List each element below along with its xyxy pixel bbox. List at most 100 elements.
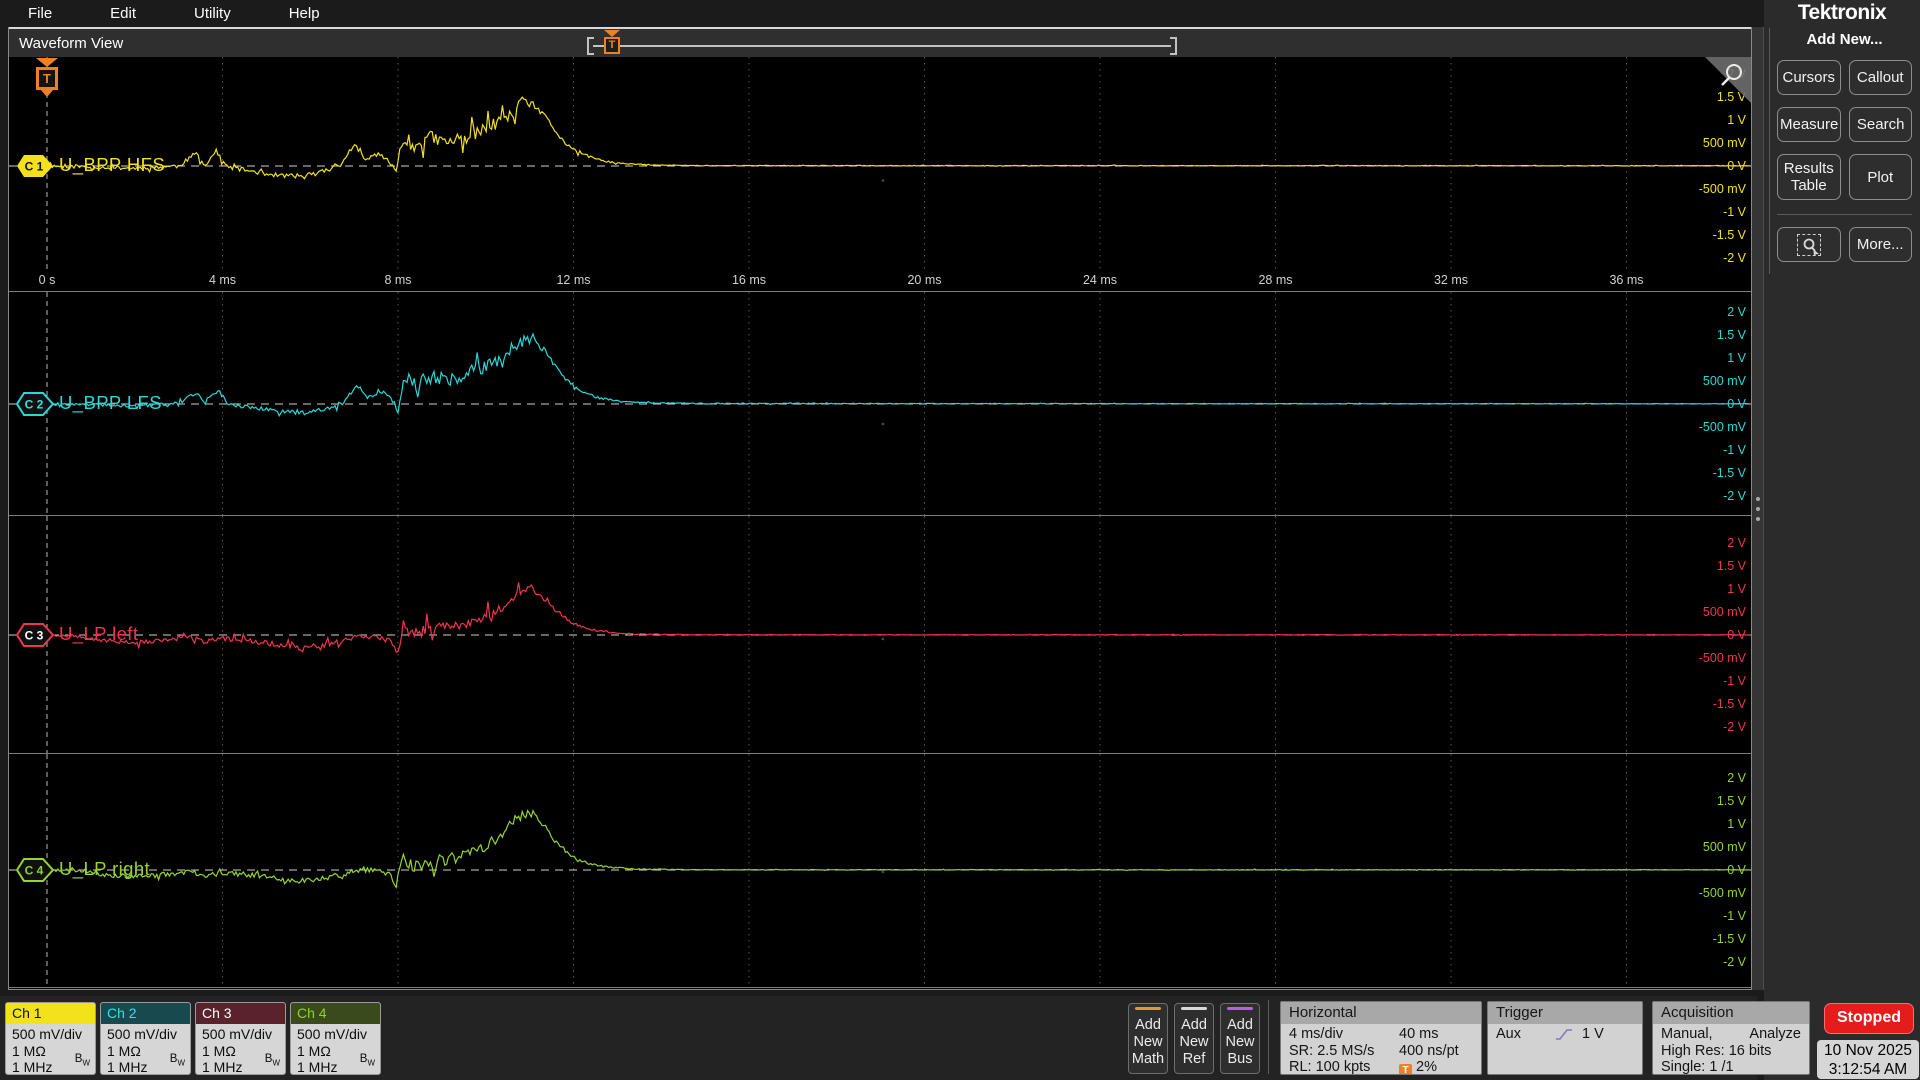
vaxis-label: 1 V (1727, 582, 1746, 596)
sample-rate: SR: 2.5 MS/s (1289, 1042, 1375, 1059)
waveform-pane-ch4[interactable]: C 4 U_LP right 2 V 1.5 V 1 V 500 mV 0 V -500 mV… (9, 754, 1751, 988)
acquisition-resolution: High Res: 16 bits (1661, 1042, 1772, 1059)
channel-settings-badge-ch1[interactable]: Ch 1 500 mV/div 1 MΩ 1 MHz BW (5, 1002, 96, 1075)
vaxis-label: 1.5 V (1716, 328, 1746, 342)
vaxis-label: -500 mV (1698, 420, 1746, 434)
vaxis-label: -500 mV (1698, 651, 1746, 665)
horizontal-panel-title: Horizontal (1281, 1002, 1481, 1024)
channel-badge-body: 500 mV/div 1 MΩ 1 MHz BW (291, 1024, 380, 1074)
channel-scale: 500 mV/div (12, 1026, 83, 1042)
channel-name-label-ch4[interactable]: U_LP right (59, 858, 150, 880)
vaxis-label: 500 mV (1702, 840, 1746, 854)
waveform-pane-ch2[interactable]: C 2 U_BPP LFS 2 V 1.5 V 1 V 500 mV 0 V -500 mV -… (9, 292, 1751, 516)
add-new-header: Add New... (1806, 31, 1883, 48)
trigger-flag-box: T (36, 67, 58, 90)
menu-help[interactable]: Help (273, 2, 336, 25)
horizontal-panel[interactable]: Horizontal 4 ms/div 40 ms SR: 2.5 MS/s 400… (1280, 1001, 1482, 1075)
run-stop-button[interactable]: Stopped (1824, 1003, 1914, 1034)
channel-settings-badge-ch4[interactable]: Ch 4 500 mV/div 1 MΩ 1 MHz BW (290, 1002, 381, 1075)
addbtn-stripe (1227, 1007, 1253, 1010)
bandwidth-limit-icon: BW (264, 1053, 280, 1068)
channel-scale: 500 mV/div (297, 1026, 368, 1042)
time-axis: 0 s 4 ms 8 ms 12 ms 16 ms 20 ms 24 ms 28 ms 32 m… (9, 269, 1751, 291)
vaxis-label: -1.5 V (1712, 466, 1746, 480)
addbtn-label: Add New Bus (1225, 1017, 1255, 1067)
channel-badge-c1[interactable]: C 1 (14, 152, 56, 180)
vaxis-label: 2 V (1727, 536, 1746, 550)
zoom-corner-icon[interactable] (1705, 57, 1751, 103)
channel-badge-c2[interactable]: C 2 (14, 390, 56, 418)
horizontal-scale: 4 ms/div (1289, 1026, 1343, 1042)
add-new-bus-button[interactable]: Add New Bus (1220, 1003, 1260, 1074)
addbtn-stripe (1135, 1007, 1161, 1010)
channel-scale: 500 mV/div (107, 1026, 178, 1042)
menu-utility[interactable]: Utility (178, 2, 247, 25)
acquisition-panel[interactable]: Acquisition Manual, Analyze High Res: 16… (1652, 1001, 1810, 1075)
rising-edge-icon (1556, 1028, 1572, 1040)
channel-settings-badge-ch2[interactable]: Ch 2 500 mV/div 1 MΩ 1 MHz BW (100, 1002, 191, 1075)
add-new-panel: Add New... Cursors Callout Measure Searc… (1769, 28, 1917, 274)
channel-settings-badge-ch3[interactable]: Ch 3 500 mV/div 1 MΩ 1 MHz BW (195, 1002, 286, 1075)
vaxis-label: -1 V (1723, 909, 1746, 923)
menu-file[interactable]: File (12, 2, 68, 25)
sample-interval: 400 ns/pt (1399, 1042, 1459, 1059)
acquisition-panel-title: Acquisition (1653, 1002, 1809, 1024)
minimap-trigger-marker-icon[interactable]: T (601, 30, 623, 58)
addbtn-label: Add New Ref (1179, 1017, 1209, 1067)
channel-badge-body: 500 mV/div 1 MΩ 1 MHz BW (196, 1024, 285, 1074)
zoom-select-icon (1796, 233, 1821, 256)
channel-badge-c3[interactable]: C 3 (14, 621, 56, 649)
measure-button[interactable]: Measure (1777, 107, 1842, 142)
waveform-pane-ch3[interactable]: C 3 U_LP left 2 V 1.5 V 1 V 500 mV 0 V -500 mV -… (9, 516, 1751, 754)
trigger-position: T 2% (1399, 1059, 1473, 1074)
vaxis-label: -1.5 V (1712, 932, 1746, 946)
more-button[interactable]: More... (1848, 227, 1912, 262)
vaxis-label: 1 V (1727, 113, 1746, 127)
vaxis-label: -2 V (1723, 489, 1746, 503)
waveform-pane-ch1[interactable]: C 1U_BPP HFS2 V1.5 V1 V500 mV0 V-500 mV-… (9, 57, 1751, 292)
vaxis-label: -1.5 V (1712, 228, 1746, 242)
waveform-plot-ch3 (9, 516, 1751, 753)
horizontal-window: 40 ms (1399, 1026, 1439, 1042)
svg-text:C 2: C 2 (25, 398, 44, 412)
datetime-display: 10 Nov 2025 3:12:54 AM (1817, 1040, 1919, 1079)
vaxis-label: 0 V (1727, 397, 1746, 411)
panel-splitter-handle[interactable] (1752, 27, 1764, 990)
time-axis-label: 4 ms (208, 273, 237, 287)
trigger-source: Aux (1496, 1026, 1521, 1042)
channel-name-label-ch2[interactable]: U_BPP LFS (59, 392, 162, 414)
time-axis-label: 0 s (38, 273, 56, 287)
results-table-button[interactable]: Results Table (1777, 154, 1841, 200)
callout-button[interactable]: Callout (1848, 60, 1912, 95)
channel-name-label-ch1[interactable]: U_BPP HFS (59, 154, 165, 176)
cursors-button[interactable]: Cursors (1777, 60, 1841, 95)
trigger-panel[interactable]: Trigger Aux 1 V (1487, 1001, 1643, 1075)
waveform-view-title[interactable]: Waveform View (19, 35, 123, 52)
add-new-math-button[interactable]: Add New Math (1128, 1003, 1168, 1074)
time-axis-label: 36 ms (1609, 273, 1644, 287)
minimap-record-line (593, 45, 1171, 47)
time-axis-label: 28 ms (1258, 273, 1293, 287)
trace-ch2 (46, 332, 1750, 418)
search-button[interactable]: Search (1849, 107, 1912, 142)
tekscope-app: File Edit Utility Help Waveform View T C… (0, 0, 1920, 1080)
waveform-view-tab-bar: Waveform View T (9, 27, 1751, 57)
date-text: 10 Nov 2025 (1824, 1042, 1912, 1059)
menu-edit[interactable]: Edit (94, 2, 152, 25)
vaxis-label: -500 mV (1698, 182, 1746, 196)
time-axis-label: 20 ms (907, 273, 942, 287)
trigger-position-flag-icon[interactable]: T (32, 58, 62, 104)
zoom-select-button[interactable] (1777, 227, 1841, 262)
vaxis-label: -500 mV (1698, 886, 1746, 900)
add-new-ref-button[interactable]: Add New Ref (1174, 1003, 1214, 1074)
channel-badge-body: 500 mV/div 1 MΩ 1 MHz BW (6, 1024, 95, 1074)
vaxis-label: -1.5 V (1712, 697, 1746, 711)
channel-badge-c4[interactable]: C 4 (14, 856, 56, 884)
bandwidth-limit-icon: BW (169, 1053, 185, 1068)
vaxis-label: 500 mV (1702, 605, 1746, 619)
record-view-minimap[interactable]: T (579, 29, 1179, 59)
channel-badge-header: Ch 1 (6, 1003, 95, 1024)
channel-name-label-ch3[interactable]: U_LP left (59, 623, 138, 645)
plot-button[interactable]: Plot (1848, 154, 1912, 200)
record-length: RL: 100 kpts (1289, 1059, 1371, 1075)
